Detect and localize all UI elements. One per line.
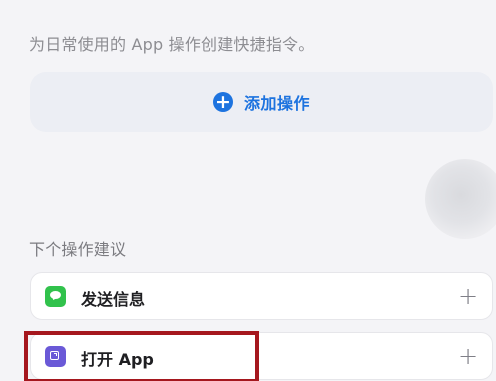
speech-bubble-icon bbox=[50, 291, 61, 299]
suggestion-send-message[interactable]: 发送信息 + bbox=[30, 272, 493, 320]
plus-icon[interactable]: + bbox=[458, 284, 478, 308]
red-highlight-box bbox=[24, 331, 259, 381]
add-action-label: 添加操作 bbox=[243, 94, 310, 113]
suggestion-label: 发送信息 bbox=[81, 290, 146, 309]
shortcut-description: 为日常使用的 App 操作创建快捷指令。 bbox=[29, 35, 315, 54]
shortcut-editor-screen: 为日常使用的 App 操作创建快捷指令。 + 添加操作 下个操作建议 发送信息 … bbox=[0, 0, 496, 381]
floating-circle-button[interactable] bbox=[425, 159, 496, 239]
next-action-suggestions-title: 下个操作建议 bbox=[29, 240, 127, 259]
messages-icon bbox=[45, 286, 66, 307]
plus-icon[interactable]: + bbox=[458, 344, 478, 368]
add-action-button[interactable]: + 添加操作 bbox=[30, 72, 493, 132]
plus-circle-icon: + bbox=[212, 92, 233, 112]
